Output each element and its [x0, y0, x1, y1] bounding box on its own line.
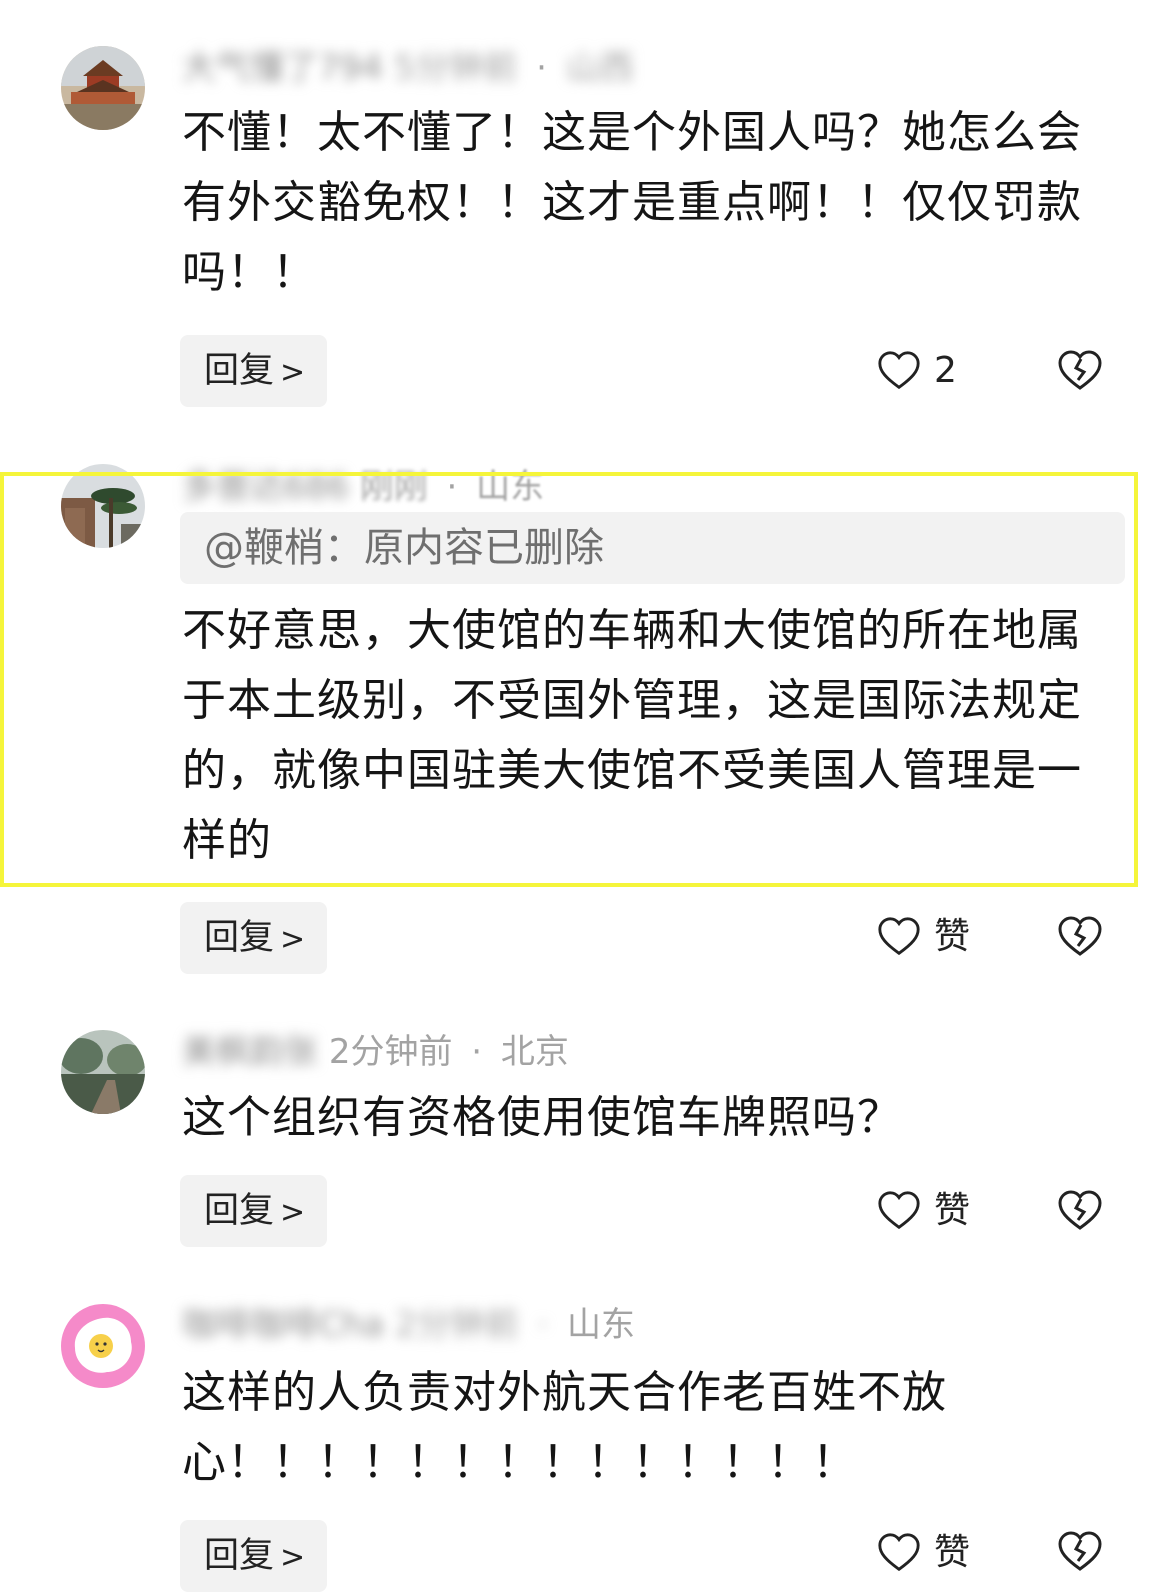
meta-separator: ·: [471, 1032, 483, 1072]
comment-meta: 美枫韵张 2分钟前 · 北京: [182, 1032, 569, 1072]
dislike-button[interactable]: [1056, 1528, 1104, 1576]
comment-meta: 咖啡咖啡Cha 2分钟前 · 山东: [182, 1305, 635, 1345]
broken-heart-icon: [1058, 350, 1102, 390]
dislike-button[interactable]: [1056, 1187, 1104, 1235]
like-label: 赞: [934, 1532, 971, 1573]
reply-button[interactable]: 回复 >: [180, 1175, 327, 1247]
forest-bridge-avatar[interactable]: [61, 1030, 145, 1114]
chevron-right-icon: >: [280, 1195, 306, 1230]
username[interactable]: 多普达686: [182, 467, 349, 507]
broken-heart-icon: [1058, 916, 1102, 956]
meta-separator: ·: [446, 467, 458, 507]
comment-text: 这样的人负责对外航天合作老百姓不放心！！！！！！！！！！！！！！: [182, 1367, 947, 1488]
reply-button[interactable]: 回复 >: [180, 1520, 327, 1592]
chevron-right-icon: >: [280, 355, 306, 390]
timestamp: 刚刚: [359, 467, 428, 507]
reply-label: 回复: [204, 1191, 275, 1231]
heart-icon: [878, 1191, 920, 1230]
reply-label: 回复: [204, 918, 275, 958]
comment-text: 不懂！太不懂了！这是个外国人吗？她怎么会有外交豁免权！！这才是重点啊！！仅仅罚款…: [182, 107, 1082, 298]
timestamp: 5分钟前: [393, 48, 518, 88]
dislike-button[interactable]: [1056, 913, 1104, 961]
chevron-right-icon: >: [280, 922, 306, 957]
like-button[interactable]: 赞: [876, 1528, 970, 1578]
broken-heart-icon: [1058, 1190, 1102, 1230]
like-button[interactable]: 2: [876, 346, 957, 396]
reply-label: 回复: [204, 351, 275, 391]
location: 山西: [565, 48, 634, 88]
heart-icon: [878, 917, 920, 956]
meta-separator: ·: [536, 48, 547, 88]
comment-meta: 多普达686 刚刚 · 山东: [182, 467, 544, 507]
like-button[interactable]: 赞: [876, 1186, 970, 1236]
comment-meta: 大气懂了794 5分钟前 · 山西: [182, 48, 634, 88]
reply-button[interactable]: 回复 >: [180, 335, 327, 407]
dislike-button[interactable]: [1056, 347, 1104, 395]
heart-icon: [878, 1533, 920, 1572]
palace-photo-avatar[interactable]: [61, 46, 145, 130]
timestamp: 2分钟前: [394, 1305, 519, 1345]
broken-heart-icon: [1058, 1531, 1102, 1571]
reply-button[interactable]: 回复 >: [180, 902, 327, 974]
pine-mountain-avatar[interactable]: [61, 464, 145, 548]
heart-icon: [878, 351, 920, 390]
comment-text: 不好意思，大使馆的车辆和大使馆的所在地属于本土级别，不受国外管理，这是国际法规定…: [182, 605, 1082, 866]
location: 山东: [567, 1305, 636, 1345]
like-count: 2: [934, 350, 957, 391]
quoted-reply[interactable]: @鞭梢：原内容已删除: [180, 512, 1125, 584]
location: 北京: [500, 1032, 569, 1072]
username[interactable]: 大气懂了794: [182, 48, 383, 88]
reply-label: 回复: [204, 1536, 275, 1576]
username[interactable]: 美枫韵张: [182, 1032, 318, 1072]
like-label: 赞: [934, 916, 971, 957]
username[interactable]: 咖啡咖啡Cha: [182, 1305, 384, 1345]
location: 山东: [476, 467, 545, 507]
like-button[interactable]: 赞: [876, 912, 970, 962]
like-label: 赞: [934, 1190, 971, 1231]
timestamp: 2分钟前: [328, 1032, 453, 1072]
meta-separator: ·: [537, 1305, 549, 1345]
fried-egg-avatar[interactable]: [61, 1304, 145, 1388]
comment-text: 这个组织有资格使用使馆车牌照吗？: [182, 1092, 902, 1143]
chevron-right-icon: >: [280, 1540, 306, 1575]
